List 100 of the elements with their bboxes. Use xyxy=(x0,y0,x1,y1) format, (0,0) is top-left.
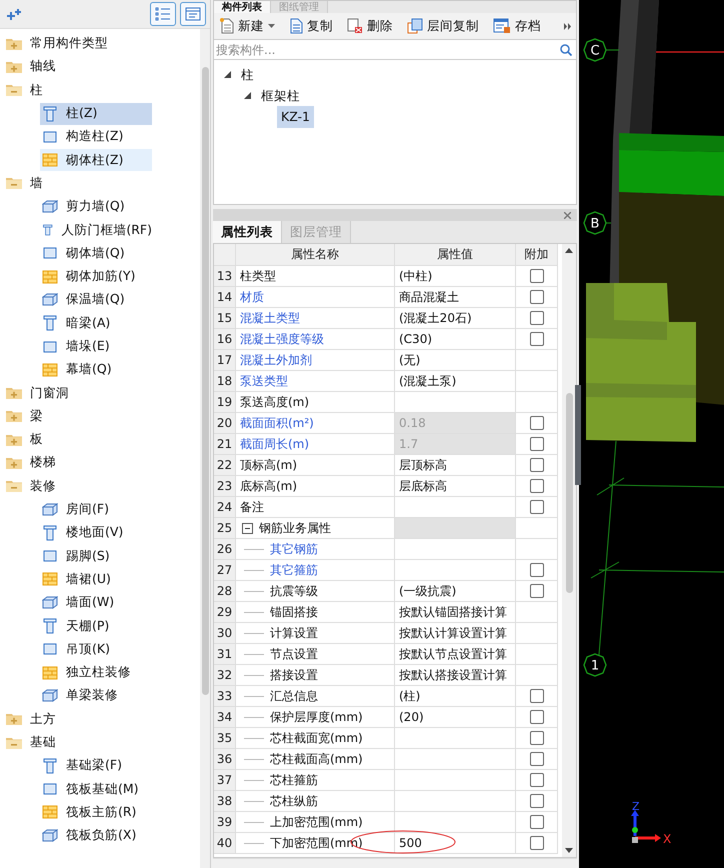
tree-item[interactable]: 单梁装修 xyxy=(40,684,152,707)
tree-category[interactable]: 轴线 xyxy=(30,58,56,76)
scroll-up-icon[interactable] xyxy=(565,248,573,253)
add-icon[interactable] xyxy=(6,8,22,20)
search-field[interactable]: 搜索构件... xyxy=(216,42,560,56)
tree-item[interactable]: 房间(F) xyxy=(40,498,152,521)
checkbox[interactable] xyxy=(530,500,544,514)
checkbox[interactable] xyxy=(530,563,544,577)
property-value[interactable]: (C30) xyxy=(395,329,516,350)
tree-item[interactable]: 墙裙(U) xyxy=(40,568,152,590)
tree-item[interactable]: 砌体加筋(Y) xyxy=(40,266,152,288)
tree-item[interactable]: 保温墙(Q) xyxy=(40,288,152,311)
tree-item[interactable]: 柱(Z) xyxy=(40,102,152,125)
tree-category[interactable]: 墙 xyxy=(30,174,43,192)
property-value[interactable]: 层底标高 xyxy=(395,476,516,497)
tree-item[interactable]: 幕墙(Q) xyxy=(40,358,152,381)
window-view-button[interactable] xyxy=(180,2,206,26)
tree-category[interactable]: 土方 xyxy=(30,710,56,728)
checkbox[interactable] xyxy=(530,584,544,598)
tree-item[interactable]: 筏板主筋(R) xyxy=(40,801,152,824)
tree-item[interactable]: 人防门框墙(RF) xyxy=(40,219,152,242)
tree-category[interactable]: 梁 xyxy=(30,408,43,425)
tree-category[interactable]: 基础 xyxy=(30,734,56,752)
property-value[interactable]: 按默认计算设置计算 xyxy=(395,623,516,644)
tree-category[interactable]: 板 xyxy=(30,431,43,448)
folder-icon[interactable] xyxy=(6,410,22,422)
open-folder-icon[interactable] xyxy=(6,480,22,492)
tree-node[interactable]: 柱 xyxy=(237,64,258,86)
checkbox[interactable] xyxy=(530,332,544,346)
checkbox[interactable] xyxy=(530,731,544,745)
property-value[interactable]: 按默认节点设置计算 xyxy=(395,644,516,665)
tree-item[interactable]: 砌体柱(Z) xyxy=(40,149,152,172)
tree-category[interactable]: 装修 xyxy=(30,478,56,495)
property-value[interactable]: (无) xyxy=(395,350,516,371)
panel-tab[interactable]: 属性列表 xyxy=(213,221,282,243)
tree-category[interactable]: 柱 xyxy=(30,82,43,99)
checkbox[interactable] xyxy=(530,479,544,493)
folder-icon[interactable] xyxy=(6,387,22,400)
checkbox[interactable] xyxy=(530,752,544,766)
open-folder-icon[interactable] xyxy=(6,84,22,96)
checkbox[interactable] xyxy=(530,458,544,472)
checkbox[interactable] xyxy=(530,794,544,808)
tree-item[interactable]: 构造柱(Z) xyxy=(40,126,152,148)
tree-item[interactable]: 砌体墙(Q) xyxy=(40,242,152,264)
toolbar-button[interactable]: 新建 xyxy=(218,18,277,34)
property-value[interactable]: 商品混凝土 xyxy=(395,287,516,308)
toolbar-button[interactable]: 层间复制 xyxy=(405,18,481,34)
checkbox[interactable] xyxy=(530,689,544,703)
tree-item[interactable]: 剪力墙(Q) xyxy=(40,196,152,218)
tree-item[interactable]: 基础梁(F) xyxy=(40,754,152,777)
scrollbar-thumb[interactable] xyxy=(202,67,208,695)
property-value[interactable]: 500 xyxy=(395,833,516,854)
checkbox[interactable] xyxy=(530,416,544,430)
property-value[interactable]: (20) xyxy=(395,707,516,728)
checkbox[interactable] xyxy=(530,815,544,829)
tree-item[interactable]: 暗梁(A) xyxy=(40,312,152,334)
folder-icon[interactable] xyxy=(6,60,22,73)
property-value[interactable]: 按默认搭接设置计算 xyxy=(395,665,516,686)
collapse-icon[interactable] xyxy=(242,522,253,534)
list-view-button[interactable] xyxy=(150,2,176,26)
property-value[interactable]: 层顶标高 xyxy=(395,455,516,476)
open-folder-icon[interactable] xyxy=(6,736,22,749)
tree-category[interactable]: 常用构件类型 xyxy=(30,35,108,52)
property-value[interactable]: (混凝土20石) xyxy=(395,308,516,329)
tree-item[interactable]: 天棚(P) xyxy=(40,615,152,638)
checkbox[interactable] xyxy=(530,773,544,787)
panel-tab[interactable]: 构件列表 xyxy=(214,1,271,13)
toolbar-button[interactable]: 删除 xyxy=(345,18,395,34)
close-icon[interactable] xyxy=(564,212,571,218)
folder-icon[interactable] xyxy=(6,456,22,469)
tree-item[interactable]: 墙垛(E) xyxy=(40,336,152,358)
tree-item[interactable]: 踢脚(S) xyxy=(40,545,152,568)
checkbox[interactable] xyxy=(530,311,544,325)
tree-item[interactable]: 独立柱装修 xyxy=(40,662,152,684)
scroll-down-icon[interactable] xyxy=(565,848,573,853)
expanded-triangle-icon[interactable] xyxy=(224,71,231,78)
checkbox[interactable] xyxy=(530,290,544,304)
open-folder-icon[interactable] xyxy=(6,177,22,190)
collapse-handle[interactable] xyxy=(575,385,581,485)
tree-item[interactable]: 墙面(W) xyxy=(40,592,152,614)
tree-node[interactable]: KZ-1 xyxy=(277,106,314,128)
checkbox[interactable] xyxy=(530,269,544,283)
folder-icon[interactable] xyxy=(6,434,22,446)
tree-category[interactable]: 楼梯 xyxy=(30,454,56,472)
property-value[interactable]: (一级抗震) xyxy=(395,581,516,602)
property-value[interactable]: (柱) xyxy=(395,686,516,707)
tree-item[interactable]: 筏板基础(M) xyxy=(40,778,152,800)
folder-icon[interactable] xyxy=(6,38,22,50)
toolbar-button[interactable]: 复制 xyxy=(287,18,335,34)
toolbar-button[interactable]: 存档 xyxy=(491,18,543,34)
property-value[interactable]: (混凝土泵) xyxy=(395,371,516,392)
checkbox[interactable] xyxy=(530,710,544,724)
tree-item[interactable]: 筏板负筋(X) xyxy=(40,824,152,847)
expanded-triangle-icon[interactable] xyxy=(244,92,251,99)
folder-icon[interactable] xyxy=(6,713,22,726)
tree-item[interactable]: 楼地面(V) xyxy=(40,522,152,544)
tree-node[interactable]: 框架柱 xyxy=(257,84,304,106)
checkbox[interactable] xyxy=(530,836,544,850)
scrollbar-thumb[interactable] xyxy=(566,393,572,593)
tree-item[interactable]: 吊顶(K) xyxy=(40,638,152,660)
